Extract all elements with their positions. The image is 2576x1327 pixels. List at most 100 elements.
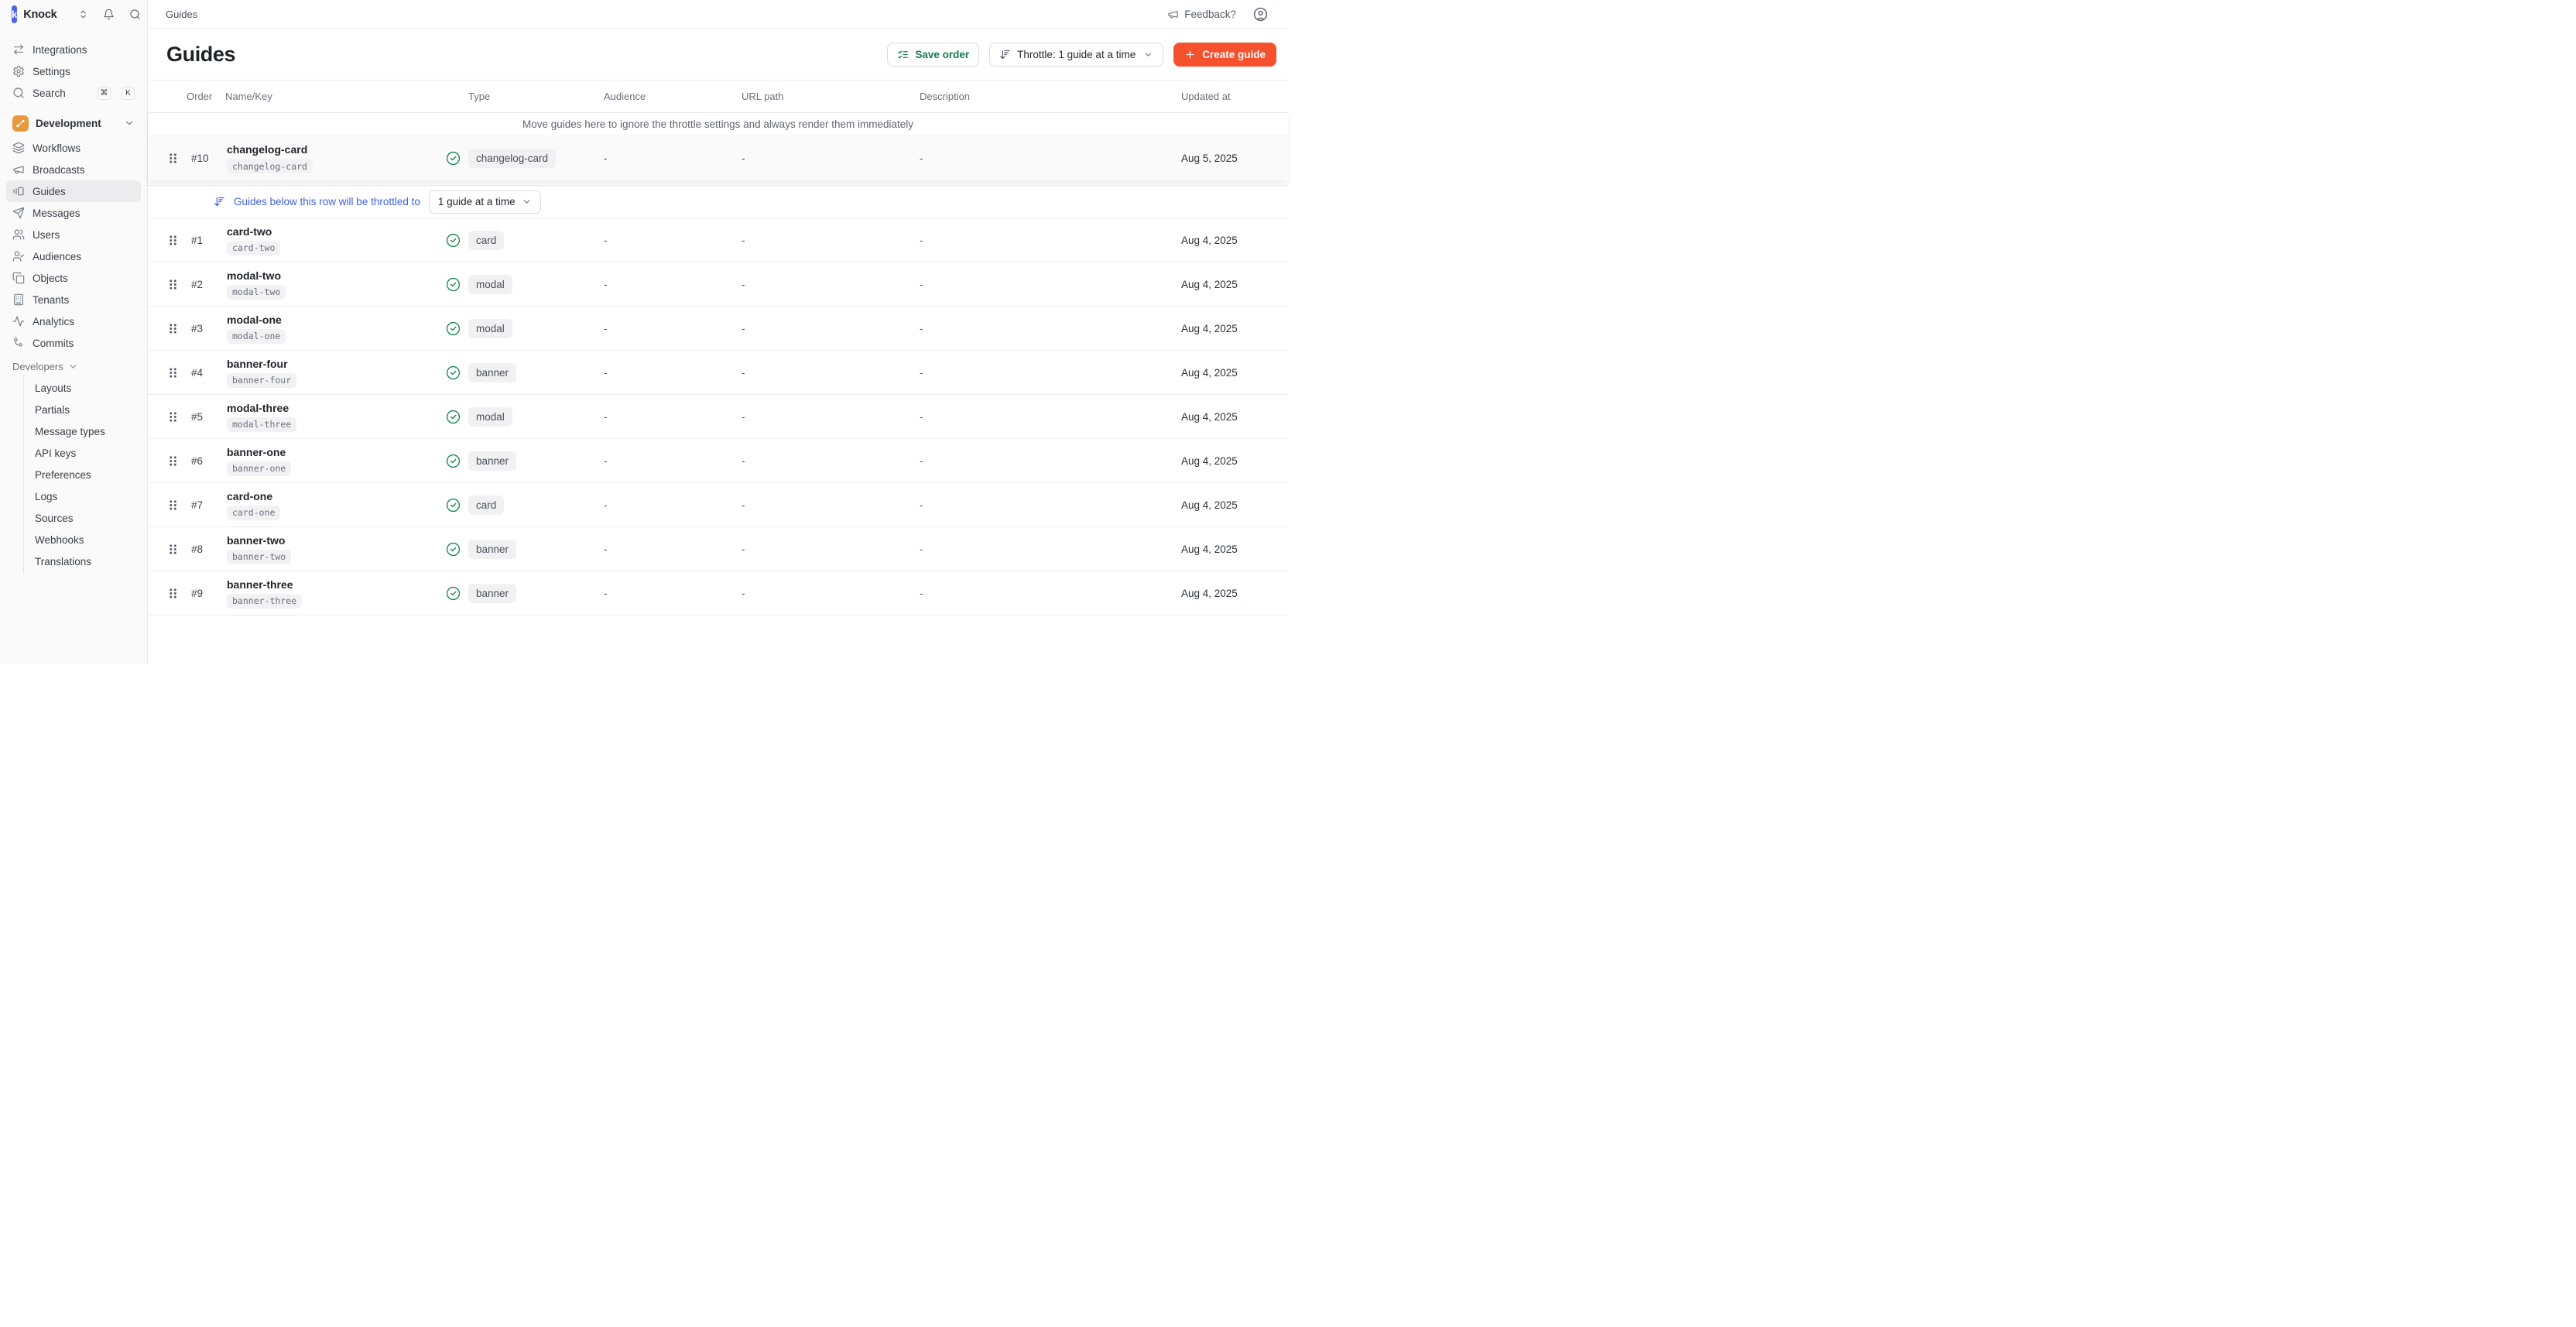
drag-handle[interactable] <box>163 234 182 247</box>
drag-handle[interactable] <box>163 410 182 423</box>
drag-handle[interactable] <box>163 278 182 291</box>
chevron-down-icon <box>124 118 135 129</box>
check-circle-icon <box>446 586 461 601</box>
sidebar-item-sources[interactable]: Sources <box>24 507 141 529</box>
sidebar-item-search[interactable]: Search⌘K <box>6 82 141 104</box>
grip-icon <box>168 410 178 423</box>
guide-order: #1 <box>182 235 225 246</box>
sidebar-item-webhooks[interactable]: Webhooks <box>24 529 141 550</box>
grip-icon <box>168 454 178 468</box>
sidebar-item-logs[interactable]: Logs <box>24 485 141 507</box>
kbd-shortcut: ⌘ <box>98 87 111 100</box>
guide-audience: - <box>604 455 742 467</box>
throttle-divider-row: Guides below this row will be throttled … <box>148 185 1288 218</box>
guide-name: card-two <box>227 225 272 238</box>
sidebar-header: k Knock <box>0 0 147 29</box>
guide-row[interactable]: #3modal-onemodal-onemodal---Aug 4, 2025 <box>148 307 1288 351</box>
guide-description: - <box>920 235 1181 246</box>
guide-type-badge: banner <box>468 363 516 382</box>
guide-row[interactable]: #2modal-twomodal-twomodal---Aug 4, 2025 <box>148 262 1288 307</box>
drag-handle[interactable] <box>163 543 182 556</box>
guide-row[interactable]: #10changelog-cardchangelog-cardchangelog… <box>148 135 1288 180</box>
guide-row[interactable]: #9banner-threebanner-threebanner---Aug 4… <box>148 571 1288 615</box>
sidebar-item-api-keys[interactable]: API keys <box>24 442 141 464</box>
sidebar-item-integrations[interactable]: Integrations <box>6 39 141 60</box>
save-order-button[interactable]: Save order <box>887 43 979 67</box>
throttle-count-select[interactable]: 1 guide at a time <box>429 190 541 214</box>
breadcrumb: Guides <box>166 9 197 20</box>
guide-row[interactable]: #4banner-fourbanner-fourbanner---Aug 4, … <box>148 351 1288 395</box>
workspace-switcher-button[interactable] <box>78 9 88 19</box>
guide-audience: - <box>604 279 742 290</box>
drag-handle[interactable] <box>163 587 182 600</box>
sidebar-item-broadcasts[interactable]: Broadcasts <box>6 159 141 180</box>
developers-section-toggle[interactable]: Developers <box>6 357 141 375</box>
guide-name: banner-four <box>227 358 288 370</box>
sidebar-item-tenants[interactable]: Tenants <box>6 289 141 310</box>
guide-order: #4 <box>182 367 225 379</box>
list-checks-icon <box>897 49 909 60</box>
chevron-down-icon <box>522 197 532 207</box>
drag-handle[interactable] <box>163 152 182 165</box>
guide-row[interactable]: #5modal-threemodal-threemodal---Aug 4, 2… <box>148 395 1288 439</box>
sidebar-item-label: Guides <box>33 186 66 197</box>
guide-row[interactable]: #1card-twocard-twocard---Aug 4, 2025 <box>148 218 1288 262</box>
guide-row[interactable]: #8banner-twobanner-twobanner---Aug 4, 20… <box>148 527 1288 571</box>
sidebar-item-label: Settings <box>33 66 70 77</box>
guide-url-path: - <box>742 588 920 599</box>
environment-switcher[interactable]: Development <box>6 111 141 135</box>
guide-type-badge: card <box>468 231 504 250</box>
building-icon <box>12 293 25 306</box>
swap-icon <box>12 43 25 56</box>
sidebar-item-users[interactable]: Users <box>6 224 141 245</box>
plus-icon <box>1184 49 1196 60</box>
drag-handle[interactable] <box>163 499 182 512</box>
table-body: #1card-twocard-twocard---Aug 4, 2025#2mo… <box>148 218 1288 615</box>
account-menu-button[interactable] <box>1253 7 1268 22</box>
sidebar-item-preferences[interactable]: Preferences <box>24 464 141 485</box>
guide-description: - <box>920 153 1181 164</box>
check-circle-icon <box>446 151 461 166</box>
sidebar-item-layouts[interactable]: Layouts <box>24 377 141 399</box>
sidebar-item-workflows[interactable]: Workflows <box>6 137 141 159</box>
drag-handle[interactable] <box>163 322 182 335</box>
sidebar-item-translations[interactable]: Translations <box>24 550 141 572</box>
gear-icon <box>12 65 25 77</box>
users-icon <box>12 228 25 241</box>
bell-icon <box>103 9 115 20</box>
feedback-button[interactable]: Feedback? <box>1167 9 1236 20</box>
sidebar-item-settings[interactable]: Settings <box>6 60 141 82</box>
sidebar-item-label: API keys <box>35 447 76 459</box>
guide-audience: - <box>604 499 742 511</box>
drag-handle[interactable] <box>163 366 182 379</box>
guide-description: - <box>920 455 1181 467</box>
sidebar-item-guides[interactable]: Guides <box>6 180 141 202</box>
guide-name-key: changelog-cardchangelog-card <box>225 143 446 173</box>
guide-updated-at: Aug 4, 2025 <box>1181 499 1288 511</box>
check-circle-icon <box>446 498 461 513</box>
throttle-dropdown-button[interactable]: Throttle: 1 guide at a time <box>989 43 1163 67</box>
guide-key-badge: modal-one <box>227 329 286 344</box>
guide-row[interactable]: #7card-onecard-onecard---Aug 4, 2025 <box>148 483 1288 527</box>
notifications-bell-button[interactable] <box>103 9 115 20</box>
create-guide-button[interactable]: Create guide <box>1173 43 1276 67</box>
sidebar-item-label: Broadcasts <box>33 164 85 176</box>
sidebar-item-analytics[interactable]: Analytics <box>6 310 141 332</box>
column-header-updated-at: Updated at <box>1181 91 1288 102</box>
throttle-divider-text: Guides below this row will be throttled … <box>234 196 420 207</box>
guide-row[interactable]: #6banner-onebanner-onebanner---Aug 4, 20… <box>148 439 1288 483</box>
user-circle-icon <box>1253 7 1268 22</box>
sidebar-item-commits[interactable]: Commits <box>6 332 141 354</box>
guide-type-badge: banner <box>468 451 516 471</box>
page-title: Guides <box>166 43 235 67</box>
sidebar-item-audiences[interactable]: Audiences <box>6 245 141 267</box>
sidebar-item-message-types[interactable]: Message types <box>24 420 141 442</box>
sidebar-item-partials[interactable]: Partials <box>24 399 141 420</box>
sidebar-item-objects[interactable]: Objects <box>6 267 141 289</box>
grip-icon <box>168 366 178 379</box>
drag-handle[interactable] <box>163 454 182 468</box>
search-button[interactable] <box>129 9 141 20</box>
immediate-drop-notice: Move guides here to ignore the throttle … <box>148 113 1288 135</box>
grip-icon <box>168 543 178 556</box>
sidebar-item-messages[interactable]: Messages <box>6 202 141 224</box>
